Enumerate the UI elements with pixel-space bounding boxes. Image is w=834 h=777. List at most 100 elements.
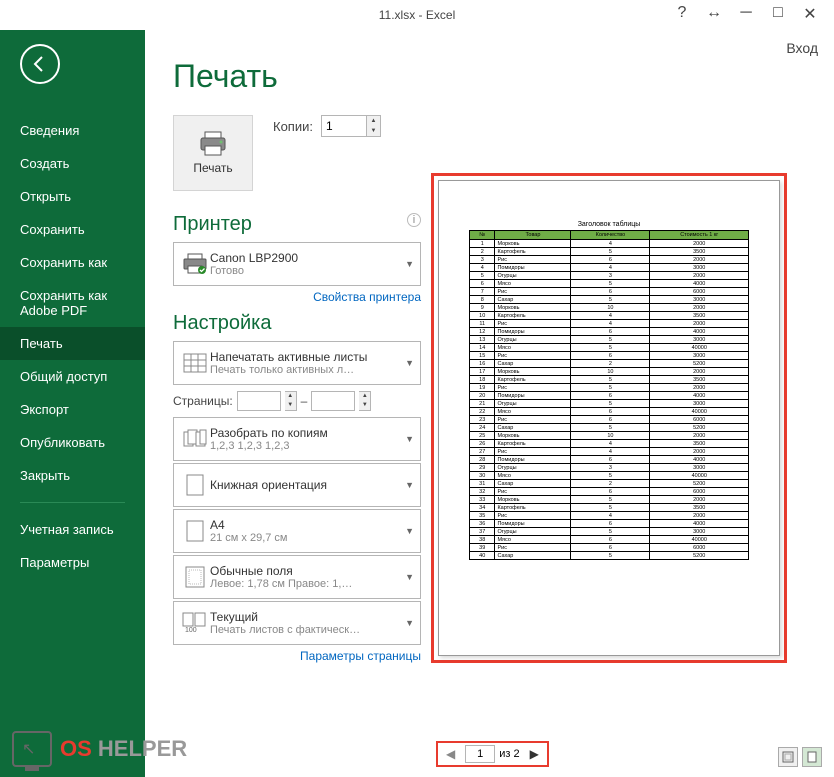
table-row: 1Морковь42000: [470, 240, 749, 248]
print-what-dropdown[interactable]: Напечатать активные листыПечать только а…: [173, 341, 421, 385]
page-icon: [180, 520, 210, 542]
nav-item-5[interactable]: Сохранить как Adobe PDF: [0, 279, 145, 327]
copies-label: Копии:: [273, 119, 313, 134]
orientation-dropdown[interactable]: Книжная ориентация ▼: [173, 463, 421, 507]
zoom-to-page-button[interactable]: [802, 747, 822, 767]
table-row: 39Рис66000: [470, 544, 749, 552]
table-row: 38Мясо640000: [470, 536, 749, 544]
table-row: 22Мясо640000: [470, 408, 749, 416]
spinner-down-icon[interactable]: ▼: [367, 126, 380, 136]
nav-bottom-item-0[interactable]: Учетная запись: [0, 513, 145, 546]
spinner-up-icon[interactable]: ▲: [367, 116, 380, 126]
table-row: 16Сахар25200: [470, 360, 749, 368]
printer-section-title: Принтер: [173, 213, 421, 236]
printer-icon: [180, 253, 210, 275]
table-row: 34Картофель53500: [470, 504, 749, 512]
next-page-button[interactable]: ▶: [524, 747, 545, 761]
scaling-dropdown[interactable]: 100 ТекущийПечать листов с фактическ… ▼: [173, 601, 421, 645]
info-icon[interactable]: i: [407, 213, 421, 227]
back-button[interactable]: [20, 44, 60, 84]
nav-item-2[interactable]: Открыть: [0, 180, 145, 213]
nav-item-4[interactable]: Сохранить как: [0, 246, 145, 279]
nav-item-7[interactable]: Общий доступ: [0, 360, 145, 393]
table-row: 31Сахар25200: [470, 480, 749, 488]
table-row: 5Огурцы32000: [470, 272, 749, 280]
table-row: 25Морковь102000: [470, 432, 749, 440]
sheets-icon: [180, 353, 210, 373]
table-row: 36Помидоры64000: [470, 520, 749, 528]
chevron-down-icon: ▼: [401, 572, 414, 582]
nav-item-3[interactable]: Сохранить: [0, 213, 145, 246]
restore-icon[interactable]: □: [768, 4, 788, 24]
chevron-down-icon: ▼: [401, 618, 414, 628]
table-row: 29Огурцы33000: [470, 464, 749, 472]
prev-page-button[interactable]: ◀: [440, 747, 461, 761]
collate-dropdown[interactable]: Разобрать по копиям1,2,3 1,2,3 1,2,3 ▼: [173, 417, 421, 461]
table-row: 14Мясо540000: [470, 344, 749, 352]
table-row: 23Рис66000: [470, 416, 749, 424]
help-icon[interactable]: ?: [672, 4, 692, 24]
table-row: 18Картофель53500: [470, 376, 749, 384]
table-row: 35Рис42000: [470, 512, 749, 520]
pages-label: Страницы:: [173, 394, 233, 408]
pages-to-input[interactable]: [311, 391, 355, 411]
printer-dropdown[interactable]: Canon LBP2900 Готово ▼: [173, 242, 421, 286]
paper-size-dropdown[interactable]: A421 см x 29,7 см ▼: [173, 509, 421, 553]
nav-item-10[interactable]: Закрыть: [0, 459, 145, 492]
table-row: 6Мясо54000: [470, 280, 749, 288]
table-row: 27Рис42000: [470, 448, 749, 456]
svg-text:100: 100: [185, 627, 197, 634]
window-title: 11.xlsx - Excel: [379, 8, 455, 22]
table-row: 30Мясо540000: [470, 472, 749, 480]
table-row: 33Морковь52000: [470, 496, 749, 504]
margins-dropdown[interactable]: Обычные поляЛевое: 1,78 см Правое: 1,… ▼: [173, 555, 421, 599]
table-row: 7Рис66000: [470, 288, 749, 296]
table-row: 24Сахар55200: [470, 424, 749, 432]
print-button[interactable]: Печать: [173, 115, 253, 191]
table-row: 20Помидоры64000: [470, 392, 749, 400]
copies-spinner[interactable]: ▲▼: [321, 115, 381, 137]
minimize-icon[interactable]: ─: [736, 4, 756, 24]
table-row: 28Помидоры64000: [470, 456, 749, 464]
close-icon[interactable]: ✕: [800, 4, 820, 24]
portrait-icon: [180, 474, 210, 496]
table-row: 37Огурцы53000: [470, 528, 749, 536]
table-row: 40Сахар55200: [470, 552, 749, 560]
nav-item-0[interactable]: Сведения: [0, 114, 145, 147]
page-number-input[interactable]: [465, 745, 495, 763]
nav-item-8[interactable]: Экспорт: [0, 393, 145, 426]
fullscreen-icon[interactable]: ↔: [704, 4, 724, 24]
margins-icon: [180, 566, 210, 588]
table-row: 11Рис42000: [470, 320, 749, 328]
chevron-down-icon: ▼: [401, 358, 414, 368]
nav-bottom-item-1[interactable]: Параметры: [0, 546, 145, 579]
page-count-label: из 2: [499, 748, 519, 760]
settings-section-title: Настройка: [173, 312, 421, 335]
table-row: 32Рис66000: [470, 488, 749, 496]
watermark-logo: ↖ OS HELPER: [12, 731, 187, 767]
pages-from-input[interactable]: [237, 391, 281, 411]
nav-item-1[interactable]: Создать: [0, 147, 145, 180]
table-row: 17Морковь102000: [470, 368, 749, 376]
table-row: 26Картофель43500: [470, 440, 749, 448]
nav-item-6[interactable]: Печать: [0, 327, 145, 360]
copies-input[interactable]: [322, 116, 366, 136]
chevron-down-icon: ▼: [401, 259, 414, 269]
table-row: 2Картофель53500: [470, 248, 749, 256]
chevron-down-icon: ▼: [401, 480, 414, 490]
preview-table: №ТоварКоличествоСтоимость 1 кг 1Морковь4…: [469, 230, 749, 560]
scaling-icon: 100: [180, 612, 210, 634]
printer-properties-link[interactable]: Свойства принтера: [173, 290, 421, 304]
table-row: 8Сахар53000: [470, 296, 749, 304]
table-row: 12Помидоры64000: [470, 328, 749, 336]
table-row: 15Рис63000: [470, 352, 749, 360]
show-margins-button[interactable]: [778, 747, 798, 767]
table-row: 21Огурцы53000: [470, 400, 749, 408]
backstage-sidebar: СведенияСоздатьОткрытьСохранитьСохранить…: [0, 30, 145, 777]
nav-item-9[interactable]: Опубликовать: [0, 426, 145, 459]
table-row: 19Рис52000: [470, 384, 749, 392]
table-row: 13Огурцы53000: [470, 336, 749, 344]
table-row: 9Морковь102000: [470, 304, 749, 312]
page-setup-link[interactable]: Параметры страницы: [173, 649, 421, 663]
table-row: 10Картофель43500: [470, 312, 749, 320]
